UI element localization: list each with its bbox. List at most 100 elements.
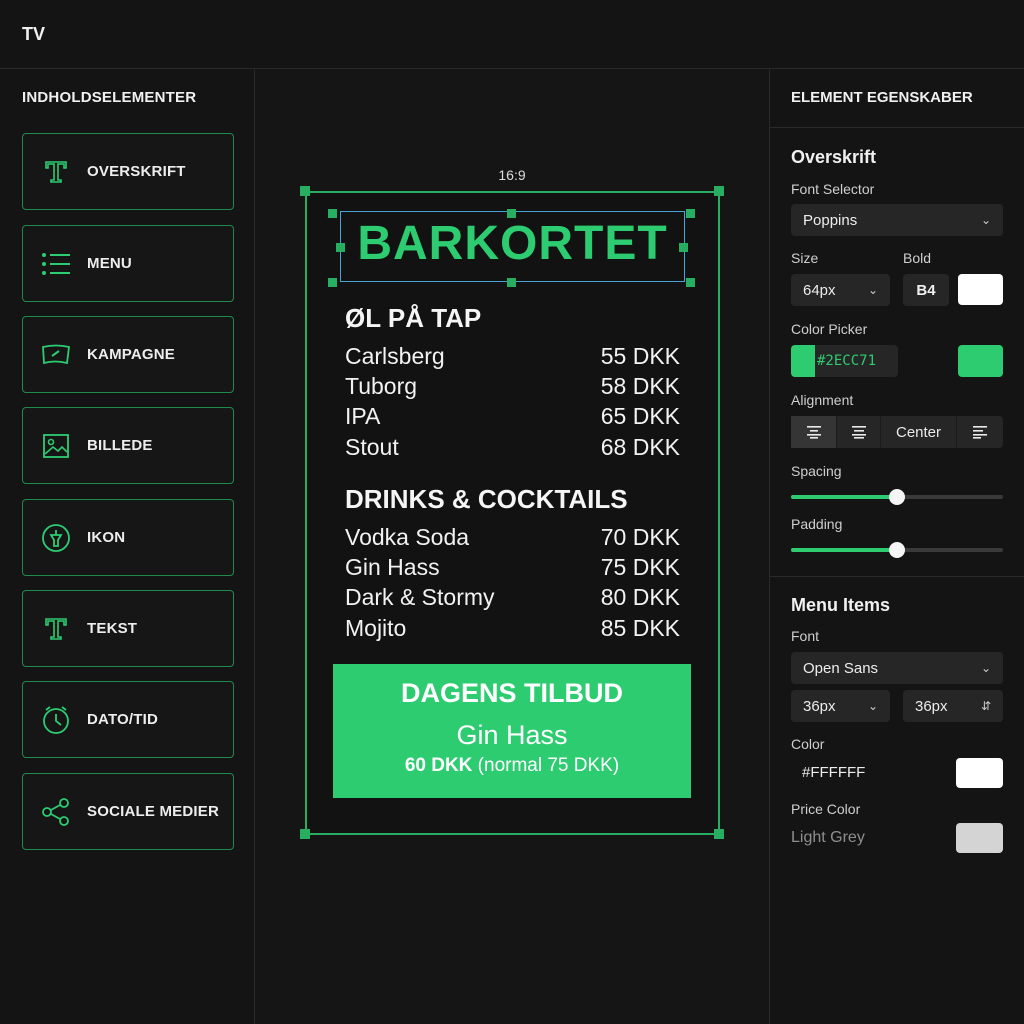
price-color-value[interactable]: Light Grey [791,829,865,847]
menu-size-dropdown[interactable]: 36px ⌄ [791,690,890,722]
align-left-icon[interactable] [957,416,1003,448]
menu-row[interactable]: Dark & Stormy 80 DKK [345,582,680,612]
list-icon [41,249,71,279]
menu-size-stepper[interactable]: 36px ⇵ [903,690,1003,722]
bold-button[interactable]: B4 [903,274,949,306]
item-name: Mojito [345,614,407,641]
font-selector-dropdown[interactable]: Poppins ⌄ [791,204,1003,236]
resize-handle-top-right[interactable] [714,186,724,196]
menu-row[interactable]: Carlsberg 55 DKK [345,341,680,371]
bold-label: Bold [903,250,932,266]
item-name: IPA [345,402,381,429]
item-price: 70 DKK [600,523,680,550]
clock-icon [41,705,71,735]
align-center-button[interactable]: Center [881,416,957,448]
resize-handle-bottom-right[interactable] [714,829,724,839]
resize-handle-bottom-left[interactable] [300,829,310,839]
menu-color-value[interactable]: #FFFFFF [802,764,865,781]
menu-color-label: Color [791,736,825,752]
offer-price: 60 DKK [404,755,473,776]
divider [770,576,1024,577]
bar-menu-title[interactable]: BARKORTET [340,216,685,271]
section-title-drinks[interactable]: DRINKS & COCKTAILS [345,484,628,515]
item-name: Carlsberg [345,342,445,369]
item-name: Tuborg [345,372,418,399]
menu-row[interactable]: Tuborg 58 DKK [345,371,680,401]
font-selector-label: Font Selector [791,181,875,197]
bold-color-swatch[interactable] [958,274,1003,305]
size-dropdown[interactable]: 64px ⌄ [791,274,890,306]
spacing-slider[interactable] [791,489,1003,505]
element-label: OVERSKRIFT [87,163,186,180]
selection-handle[interactable] [686,209,695,218]
campaign-flag-icon [41,340,71,370]
menu-row[interactable]: IPA 65 DKK [345,401,680,431]
element-ikon[interactable]: IKON [22,499,234,576]
element-label: SOCIALE MEDIER [87,803,219,820]
element-tekst[interactable]: TEKST [22,590,234,667]
menu-row[interactable]: Mojito 85 DKK [345,613,680,643]
chevron-down-icon: ⌄ [980,661,991,675]
padding-slider[interactable] [791,542,1003,558]
slider-knob[interactable] [889,489,905,505]
daily-offer-box[interactable]: DAGENS TILBUD Gin Hass 60 DKK (normal 75… [333,664,691,798]
selection-handle[interactable] [686,278,695,287]
section-overskrift: Overskrift [791,147,877,167]
element-overskrift[interactable]: OVERSKRIFT [22,133,234,210]
menu-row[interactable]: Vodka Soda 70 DKK [345,522,680,552]
app-title: TV [22,24,46,44]
chevron-down-icon: ⌄ [867,699,878,713]
offer-item: Gin Hass [456,720,568,750]
icon-circle-icon [41,523,71,553]
color-swatch[interactable] [958,345,1003,377]
item-price: 65 DKK [600,402,680,429]
element-label: KAMPAGNE [87,346,175,363]
item-price: 55 DKK [600,342,680,369]
item-name: Stout [345,433,399,460]
panel-heading: ELEMENT EGENSKABER [791,89,973,106]
slider-fill [791,495,897,499]
slider-knob[interactable] [889,542,905,558]
menu-font-label: Font [791,628,820,644]
text-t-icon [41,614,71,644]
offer-price-line: 60 DKK (normal 75 DKK) [333,755,691,777]
size-label: Size [791,250,819,266]
menu-size-stepper-value: 36px [915,697,948,715]
chevron-down-icon: ⌄ [867,283,878,297]
chevron-down-icon: ⌄ [980,213,991,227]
offer-title: DAGENS TILBUD [401,678,623,708]
selection-handle[interactable] [328,209,337,218]
color-chip [791,345,815,377]
menu-row[interactable]: Gin Hass 75 DKK [345,552,680,582]
element-billede[interactable]: BILLEDE [22,407,234,484]
align-center-icon[interactable] [791,416,837,448]
font-selector-value: Poppins [803,211,858,229]
element-menu[interactable]: MENU [22,225,234,302]
content-elements-panel: INDHOLDSELEMENTER OVERSKRIFT MENU KAMPAG… [0,70,255,1024]
panel-heading: INDHOLDSELEMENTER [22,89,197,106]
color-hex-field[interactable]: #2ECC71 [791,345,898,377]
menu-color-swatch[interactable] [956,758,1003,788]
stepper-arrows-icon: ⇵ [980,699,991,713]
element-label: IKON [87,529,126,546]
image-icon [41,431,71,461]
align-justify-icon[interactable] [837,416,881,448]
aspect-ratio-label: 16:9 [498,167,526,183]
element-kampagne[interactable]: KAMPAGNE [22,316,234,393]
color-hex-value: #2ECC71 [817,353,877,369]
price-color-swatch[interactable] [956,823,1003,853]
offer-normal-price: (normal 75 DKK) [477,755,620,776]
menu-row[interactable]: Stout 68 DKK [345,432,680,462]
item-price: 75 DKK [600,553,680,580]
resize-handle-top-left[interactable] [300,186,310,196]
element-dato-tid[interactable]: DATO/TID [22,681,234,758]
share-icon [41,797,71,827]
element-sociale-medier[interactable]: SOCIALE MEDIER [22,773,234,850]
menu-font-dropdown[interactable]: Open Sans ⌄ [791,652,1003,684]
section-title-beer[interactable]: ØL PÅ TAP [345,303,481,334]
selection-handle[interactable] [507,278,516,287]
alignment-group: Center [791,416,1003,448]
alignment-label: Alignment [791,392,854,408]
selection-handle[interactable] [328,278,337,287]
element-label: TEKST [87,620,138,637]
